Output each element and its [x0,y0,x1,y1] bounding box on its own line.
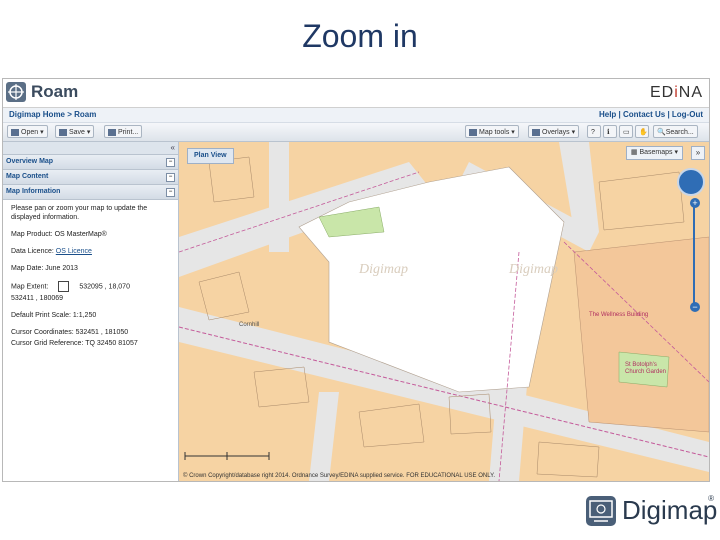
breadcrumb[interactable]: Digimap Home > Roam [9,110,96,119]
map-canvas[interactable]: Digimap Digimap The Wellness Building St… [179,142,709,481]
wrench-icon [469,128,477,136]
search-button[interactable]: 🔍Search... [653,125,698,138]
info-gridref-value: TQ 32450 81057 [85,340,138,347]
edina-logo-suffix: NA [678,84,703,101]
panel-map-content[interactable]: Map Content − [3,170,178,185]
app-name: Roam [31,82,79,101]
app-header: Roam EDiNA [3,79,709,108]
measure-button[interactable]: ▭ [619,125,633,138]
collapse-left-icon[interactable]: « [171,143,175,152]
open-button[interactable]: Open ▾ [7,125,48,138]
info-intro: Please pan or zoom your map to update th… [11,205,148,221]
roam-app-window: Roam EDiNA Digimap Home > Roam Help | Co… [2,78,710,482]
basemaps-label: Basemaps [639,149,673,156]
collapse-right-icon[interactable]: » [691,146,705,160]
breadcrumb-bar: Digimap Home > Roam Help | Contact Us | … [3,108,709,123]
watermark: Digimap [509,262,558,277]
digimap-brand: Digimap ® [586,494,717,528]
sidebar-collapse-bar[interactable]: « [3,142,178,155]
help-button[interactable]: ? [587,125,601,138]
info-extent-top: 532095 , 18,070 [79,283,130,291]
digimap-logo-icon [586,496,616,526]
open-label: Open [21,129,39,136]
panel-map-content-label: Map Content [6,173,49,180]
edina-logo-prefix: ED [649,84,675,101]
ruler-icon: ▭ [623,129,630,136]
map-copyright: © Crown Copyright/database right 2014. O… [183,473,495,479]
save-button[interactable]: Save ▾ [55,125,95,138]
folder-icon [11,128,19,136]
extent-box-icon [58,281,70,292]
map-tools-label: Map tools [479,129,510,136]
map-information-content: Please pan or zoom your map to update th… [3,200,178,360]
basemaps-button[interactable]: ▦ Basemaps ▾ [625,146,683,160]
plan-view-tab[interactable]: Plan View [187,148,234,164]
save-icon [59,128,67,136]
info-gridref-label: Cursor Grid Reference: [11,340,84,347]
print-button[interactable]: Print... [104,125,143,138]
layers-icon [532,128,540,136]
info-extent-label: Map Extent: [11,283,49,291]
question-icon: ? [591,129,595,136]
info-licence-label: Data Licence: [11,248,54,255]
digimap-wordmark: Digimap [622,495,718,525]
map-label-garden: St Botolph's Church Garden [625,362,667,375]
search-label: Search... [665,129,694,136]
map-label-street: Cornhill [239,322,260,328]
main-toolbar: Open ▾ Save ▾ Print... Map tools ▾ Overl… [3,123,709,142]
pointer-icon: ✋ [639,129,648,136]
sidebar: « Overview Map − Map Content − Map Informa… [3,142,179,481]
panel-toggle-icon[interactable]: − [166,188,175,197]
licence-link[interactable]: OS Licence [56,248,92,255]
info-date-value: June 2013 [45,265,78,272]
info-date-label: Map Date: [11,265,44,272]
map-label-building: The Wellness Building [589,312,649,318]
panel-overview-map[interactable]: Overview Map − [3,155,178,170]
info-product-value: OS MasterMap® [54,231,107,238]
info-button[interactable]: ℹ [603,125,617,138]
info-coords-value: 532451 , 181050 [75,329,129,336]
top-links[interactable]: Help | Contact Us | Log-Out [599,110,703,119]
info-coords-label: Cursor Coordinates: [11,329,74,336]
zoom-slider[interactable] [693,206,695,306]
watermark: Digimap [359,262,408,277]
zoom-in-button[interactable]: + [690,198,700,208]
printer-icon [108,128,116,136]
zoom-out-button[interactable]: − [690,302,700,312]
info-product-label: Map Product: [11,231,53,238]
search-icon: 🔍 [657,129,666,136]
edina-logo: EDiNA [650,84,703,102]
save-label: Save [69,129,85,136]
registered-mark: ® [708,494,714,503]
panel-map-information-label: Map Information [6,188,61,195]
print-label: Print... [118,129,139,136]
overlays-label: Overlays [542,129,570,136]
info-extent-bottom: 532411 , 180069 [11,295,64,302]
info-icon: ℹ [607,129,610,136]
panel-toggle-icon[interactable]: − [166,158,175,167]
map-tools-button[interactable]: Map tools ▾ [465,125,519,138]
panel-toggle-icon[interactable]: − [166,173,175,182]
roam-logo-icon [6,82,26,102]
panel-overview-map-label: Overview Map [6,158,54,165]
overlays-button[interactable]: Overlays ▾ [528,125,580,138]
pan-control-icon[interactable] [677,168,705,196]
panel-map-information[interactable]: Map Information − [3,185,178,200]
info-scale-value: 1:1,250 [72,312,97,319]
info-scale-label: Default Print Scale: [11,312,71,319]
identify-button[interactable]: ✋ [635,125,649,138]
slide-title: Zoom in [302,18,418,54]
